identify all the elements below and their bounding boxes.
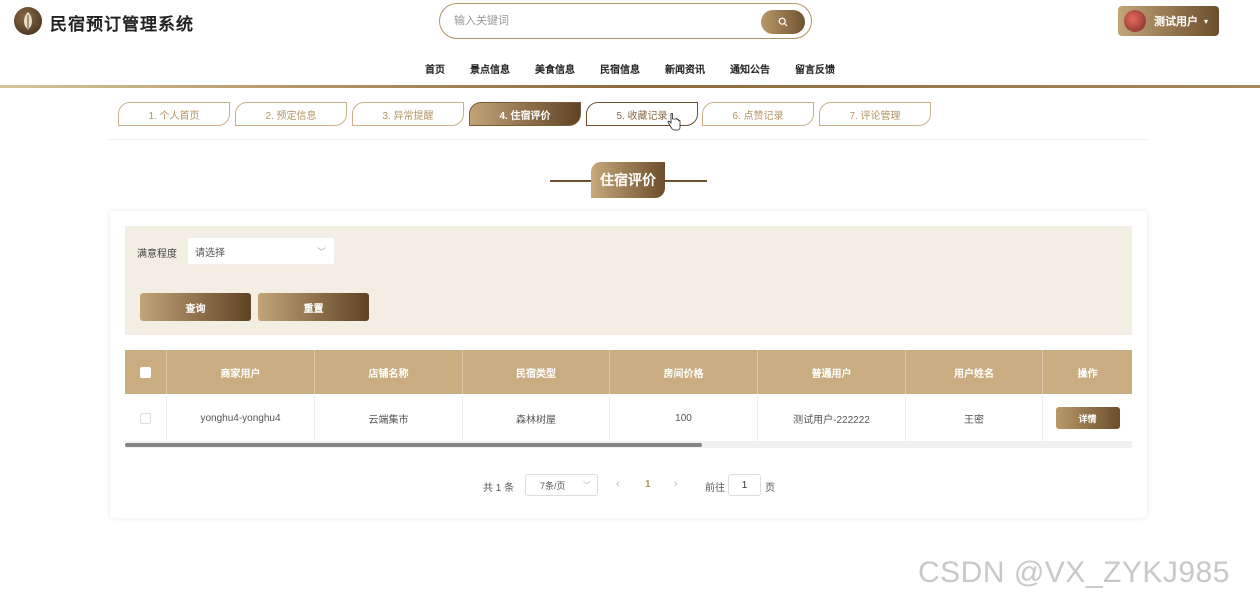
chevron-down-icon: ▾ (1204, 16, 1209, 26)
avatar (1124, 10, 1146, 32)
hand-cursor-icon (667, 113, 681, 131)
col-homestay-type: 民宿类型 (463, 350, 610, 394)
nav-divider (0, 85, 1260, 88)
tab-likes[interactable]: 6. 点赞记录 (702, 102, 814, 126)
table-header: 商家用户 店铺名称 民宿类型 房间价格 普通用户 用户姓名 操作 (125, 350, 1132, 394)
user-name: 测试用户 (1154, 16, 1198, 28)
satisfaction-select[interactable]: 请选择 ﹀ (187, 237, 335, 265)
chevron-down-icon: ﹀ (583, 481, 591, 490)
prev-page-button[interactable]: ‹ (616, 478, 620, 490)
nav-item-news[interactable]: 新闻资讯 (665, 61, 705, 77)
heading-decor-left (550, 180, 592, 182)
tab-divider (108, 139, 1148, 140)
nav-item-home[interactable]: 首页 (425, 61, 445, 77)
search-bar (439, 3, 812, 39)
heading-decor-right (665, 180, 707, 182)
reset-button[interactable]: 重置 (258, 293, 369, 321)
search-input[interactable] (454, 12, 754, 30)
select-all-cell (125, 350, 167, 394)
query-button[interactable]: 查询 (140, 293, 251, 321)
nav-item-attractions[interactable]: 景点信息 (470, 61, 510, 77)
next-page-button[interactable]: › (674, 478, 678, 490)
col-user-name: 用户姓名 (906, 350, 1043, 394)
page-suffix-label: 页 (765, 483, 775, 494)
cell-merchant-user: yonghu4-yonghu4 (167, 394, 315, 442)
page-size-value: 7条/页 (540, 480, 566, 491)
nav-item-notices[interactable]: 通知公告 (730, 61, 770, 77)
col-room-price: 房间价格 (610, 350, 758, 394)
detail-button[interactable]: 详情 (1055, 407, 1120, 429)
row-select-cell (125, 394, 167, 442)
goto-label: 前往 (705, 483, 725, 494)
cell-homestay-type: 森林树屋 (463, 394, 610, 442)
col-actions: 操作 (1077, 368, 1098, 380)
select-value: 请选择 (195, 247, 225, 259)
tab-comments[interactable]: 7. 评论管理 (819, 102, 931, 126)
watermark: CSDN @VX_ZYKJ985 (918, 556, 1230, 589)
user-menu-button[interactable]: 测试用户 ▾ (1118, 6, 1219, 36)
col-shop-name: 店铺名称 (315, 350, 463, 394)
cell-normal-user: 测试用户-222222 (758, 394, 906, 442)
section-title: 住宿评价 (591, 162, 665, 198)
chevron-down-icon: ﹀ (316, 247, 326, 257)
search-button[interactable] (761, 10, 805, 34)
logo-icon (14, 7, 42, 35)
cell-user-name: 王密 (906, 394, 1043, 442)
col-merchant-user: 商家用户 (167, 350, 315, 394)
page-size-select[interactable]: 7条/页 ﹀ (525, 474, 598, 496)
pagination-total: 共 1 条 (483, 483, 515, 494)
cell-actions: 详情 (1043, 394, 1132, 442)
goto-page-input[interactable] (728, 474, 761, 496)
tab-abnormal-alerts[interactable]: 3. 异常提醒 (352, 102, 464, 126)
tab-stay-reviews[interactable]: 4. 住宿评价 (469, 102, 581, 126)
main-nav: 首页 景点信息 美食信息 民宿信息 新闻资讯 通知公告 留言反馈 (0, 61, 1260, 77)
nav-item-homestay[interactable]: 民宿信息 (600, 61, 640, 77)
col-normal-user: 普通用户 (758, 350, 906, 394)
cell-shop-name: 云端集市 (315, 394, 463, 442)
search-icon (778, 17, 788, 27)
nav-item-food[interactable]: 美食信息 (535, 61, 575, 77)
tab-personal-home[interactable]: 1. 个人首页 (118, 102, 230, 126)
tab-favorites[interactable]: 5. 收藏记录 (586, 102, 698, 126)
cell-room-price: 100 (610, 394, 758, 442)
select-all-checkbox[interactable] (140, 366, 151, 378)
nav-item-feedback[interactable]: 留言反馈 (795, 61, 835, 77)
page-number-current[interactable]: 1 (645, 479, 651, 490)
satisfaction-label: 满意程度 (137, 249, 177, 260)
tab-reservations[interactable]: 2. 预定信息 (235, 102, 347, 126)
row-checkbox[interactable] (140, 412, 151, 424)
table-row: yonghu4-yonghu4 云端集市 森林树屋 100 测试用户-22222… (125, 394, 1132, 442)
app-title: 民宿预订管理系统 (50, 15, 194, 34)
horizontal-scrollbar-thumb[interactable] (125, 443, 702, 447)
